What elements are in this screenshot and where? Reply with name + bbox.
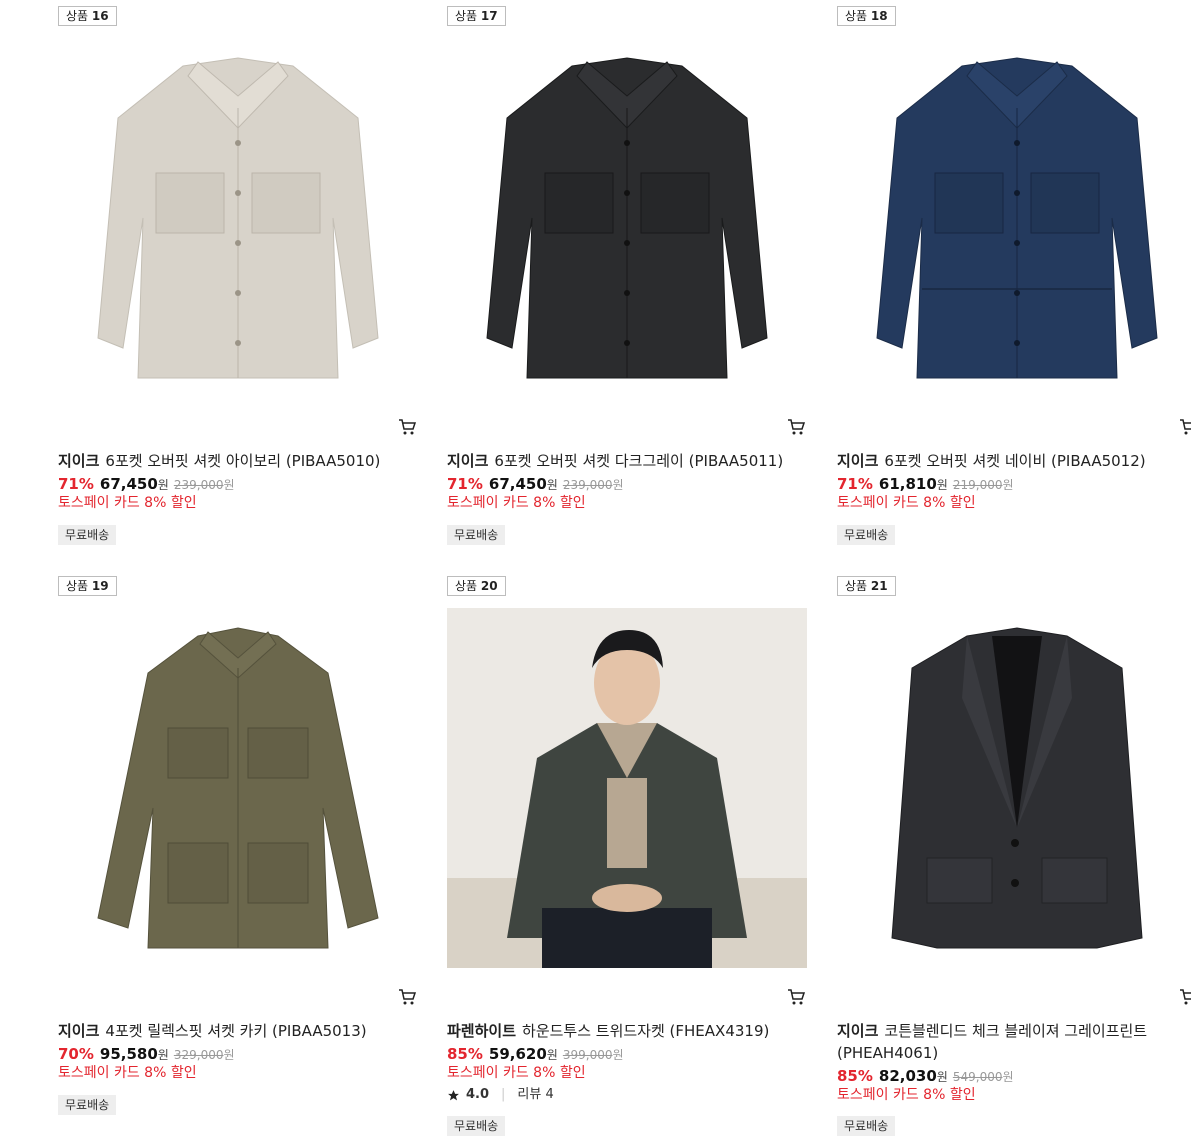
brand-name: 지이크 (837, 1022, 879, 1040)
product-name: 6포켓 오버핏 셔켓 네이비 (PIBAA5012) (884, 452, 1146, 470)
brand-name: 파렌하이트 (447, 1022, 517, 1040)
sale-price: 67,450 (488, 475, 547, 493)
add-to-cart-button[interactable] (1179, 418, 1191, 436)
original-price: 329,000 (173, 1048, 224, 1062)
brand-name: 지이크 (58, 452, 100, 470)
discount-rate: 71% (58, 475, 94, 493)
cart-icon (1180, 989, 1191, 1005)
add-to-cart-button[interactable] (398, 988, 417, 1006)
product-title[interactable]: 지이크 6포켓 오버핏 셔켓 아이보리 (PIBAA5010) (58, 450, 408, 472)
card-promo-text: 토스페이 카드 8% 할인 (837, 495, 976, 511)
card-promo-text: 토스페이 카드 8% 할인 (447, 1065, 586, 1081)
add-to-cart-button[interactable] (398, 418, 417, 436)
discount-rate: 70% (58, 1045, 94, 1063)
product-name: 코튼블렌디드 체크 블레이져 그레이프린트 (PHEAH4061) (837, 1022, 1148, 1062)
original-price: 399,000 (562, 1048, 613, 1062)
card-promo-text: 토스페이 카드 8% 할인 (58, 1065, 197, 1081)
sale-price: 67,450 (99, 475, 158, 493)
product-image[interactable] (837, 608, 1191, 968)
discount-rate: 71% (837, 475, 873, 493)
discount-rate: 71% (447, 475, 483, 493)
card-promo-text: 토스페이 카드 8% 할인 (837, 1087, 976, 1103)
original-price: 239,000 (562, 478, 613, 492)
add-to-cart-button[interactable] (1179, 988, 1191, 1006)
product-rank-badge: 상품 18 (837, 6, 896, 26)
free-shipping-tag: 무료배송 (58, 525, 117, 545)
cart-icon (788, 419, 806, 435)
product-image[interactable] (837, 38, 1191, 398)
product-rank-badge: 상품 20 (447, 576, 506, 596)
product-title[interactable]: 지이크 코튼블렌디드 체크 블레이져 그레이프린트 (PHEAH4061) (837, 1020, 1167, 1064)
free-shipping-tag: 무료배송 (447, 525, 506, 545)
product-title[interactable]: 지이크 6포켓 오버핏 셔켓 다크그레이 (PIBAA5011) (447, 450, 797, 472)
free-shipping-tag: 무료배송 (837, 525, 896, 545)
card-promo-text: 토스페이 카드 8% 할인 (58, 495, 197, 511)
product-image[interactable] (447, 608, 807, 968)
sale-price: 61,810 (878, 475, 937, 493)
product-image[interactable] (58, 38, 418, 398)
product-title[interactable]: 지이크 6포켓 오버핏 셔켓 네이비 (PIBAA5012) (837, 450, 1187, 472)
product-name: 4포켓 릴렉스핏 셔켓 카키 (PIBAA5013) (105, 1022, 367, 1040)
add-to-cart-button[interactable] (787, 988, 806, 1006)
free-shipping-tag: 무료배송 (447, 1116, 506, 1136)
discount-rate: 85% (837, 1067, 873, 1085)
cart-icon (788, 989, 806, 1005)
discount-rate: 85% (447, 1045, 483, 1063)
brand-name: 지이크 (58, 1022, 100, 1040)
brand-name: 지이크 (837, 452, 879, 470)
product-name: 6포켓 오버핏 셔켓 다크그레이 (PIBAA5011) (494, 452, 784, 470)
cart-icon (399, 419, 417, 435)
free-shipping-tag: 무료배송 (837, 1116, 896, 1136)
product-rank-badge: 상품 19 (58, 576, 117, 596)
original-price: 239,000 (173, 478, 224, 492)
product-rank-badge: 상품 17 (447, 6, 506, 26)
sale-price: 82,030 (878, 1067, 937, 1085)
free-shipping-tag: 무료배송 (58, 1095, 117, 1115)
rating-score: 4.0 (466, 1087, 490, 1102)
sale-price: 59,620 (488, 1045, 547, 1063)
star-icon (448, 1089, 459, 1100)
sale-price: 95,580 (99, 1045, 158, 1063)
cart-icon (399, 989, 417, 1005)
product-rank-badge: 상품 16 (58, 6, 117, 26)
product-name: 6포켓 오버핏 셔켓 아이보리 (PIBAA5010) (105, 452, 381, 470)
product-image[interactable] (58, 608, 418, 968)
product-rank-badge: 상품 21 (837, 576, 896, 596)
brand-name: 지이크 (447, 452, 489, 470)
original-price: 219,000 (952, 478, 1003, 492)
rating-divider: | (501, 1087, 506, 1102)
rating-row: 4.0 | 리뷰 4 (447, 1085, 554, 1105)
cart-icon (1180, 419, 1191, 435)
product-image[interactable] (447, 38, 807, 398)
product-title[interactable]: 파렌하이트 하운드투스 트위드자켓 (FHEAX4319) (447, 1020, 797, 1042)
review-count[interactable]: 리뷰 4 (517, 1085, 553, 1105)
original-price: 549,000 (952, 1070, 1003, 1084)
product-title[interactable]: 지이크 4포켓 릴렉스핏 셔켓 카키 (PIBAA5013) (58, 1020, 408, 1042)
product-name: 하운드투스 트위드자켓 (FHEAX4319) (522, 1022, 770, 1040)
add-to-cart-button[interactable] (787, 418, 806, 436)
card-promo-text: 토스페이 카드 8% 할인 (447, 495, 586, 511)
